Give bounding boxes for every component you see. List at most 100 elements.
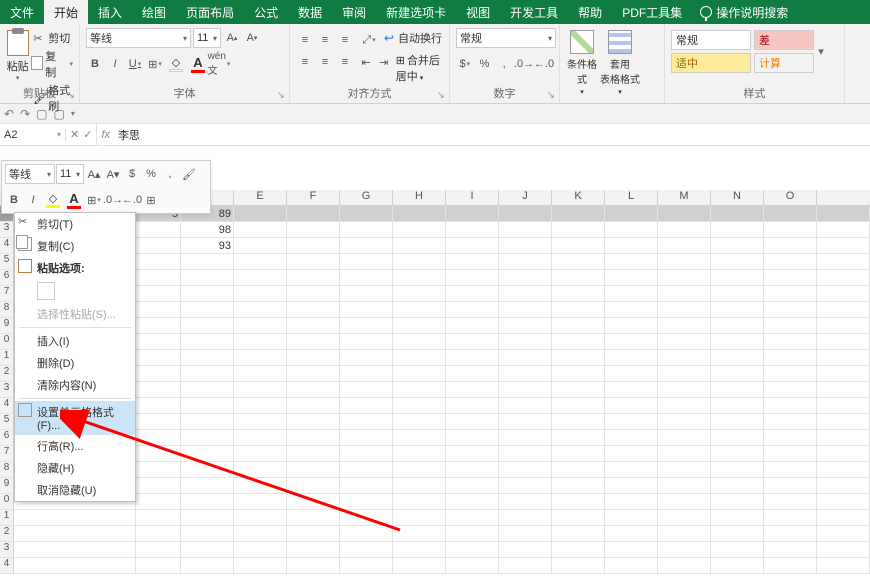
cell[interactable] bbox=[817, 318, 870, 334]
tab-data[interactable]: 数据 bbox=[288, 0, 332, 24]
cell[interactable] bbox=[817, 254, 870, 270]
cell[interactable] bbox=[446, 222, 499, 238]
style-bad[interactable]: 差 bbox=[754, 30, 814, 50]
cell[interactable] bbox=[14, 510, 136, 526]
dialog-launcher-icon[interactable]: ↘ bbox=[437, 90, 445, 101]
cell[interactable] bbox=[711, 222, 764, 238]
cell[interactable] bbox=[181, 270, 234, 286]
cell[interactable] bbox=[340, 350, 393, 366]
mini-increase-font[interactable]: A▴ bbox=[85, 164, 103, 184]
italic-button[interactable]: I bbox=[106, 54, 124, 74]
mini-inc-decimal[interactable]: .0→ bbox=[104, 190, 122, 210]
cell[interactable] bbox=[711, 302, 764, 318]
cell[interactable] bbox=[136, 542, 181, 558]
wrap-text-button[interactable]: 自动换行 bbox=[384, 30, 442, 50]
cell[interactable] bbox=[340, 334, 393, 350]
align-center-button[interactable]: ≡ bbox=[316, 52, 334, 72]
dialog-launcher-icon[interactable]: ↘ bbox=[277, 90, 285, 101]
cell[interactable] bbox=[658, 222, 711, 238]
decrease-indent-button[interactable]: ⇤ bbox=[360, 52, 372, 72]
increase-indent-button[interactable]: ⇥ bbox=[378, 52, 390, 72]
cell[interactable] bbox=[658, 446, 711, 462]
cell[interactable] bbox=[234, 558, 287, 574]
cell[interactable] bbox=[605, 478, 658, 494]
cell[interactable] bbox=[136, 526, 181, 542]
tab-home[interactable]: 开始 bbox=[44, 0, 88, 24]
increase-decimal-button[interactable]: .0→ bbox=[515, 54, 533, 74]
cell[interactable] bbox=[340, 382, 393, 398]
cell[interactable] bbox=[446, 526, 499, 542]
column-header[interactable]: J bbox=[499, 190, 552, 205]
cell[interactable] bbox=[340, 462, 393, 478]
cell[interactable] bbox=[499, 302, 552, 318]
cell[interactable] bbox=[605, 526, 658, 542]
mini-dec-decimal[interactable]: ←.0 bbox=[123, 190, 141, 210]
fill-color-button[interactable]: ◇ bbox=[166, 56, 186, 72]
cell[interactable] bbox=[658, 318, 711, 334]
grid-row[interactable]: 3 bbox=[0, 542, 870, 558]
cell[interactable] bbox=[711, 494, 764, 510]
cell[interactable] bbox=[817, 542, 870, 558]
cell[interactable] bbox=[393, 558, 446, 574]
cell[interactable] bbox=[552, 446, 605, 462]
cell[interactable] bbox=[764, 382, 817, 398]
cell[interactable] bbox=[287, 206, 340, 222]
tab-pdf[interactable]: PDF工具集 bbox=[612, 0, 692, 24]
cell[interactable] bbox=[446, 254, 499, 270]
cell[interactable] bbox=[552, 494, 605, 510]
cell[interactable] bbox=[605, 254, 658, 270]
cell[interactable] bbox=[234, 398, 287, 414]
cell[interactable] bbox=[552, 430, 605, 446]
cut-button[interactable]: 剪切 bbox=[33, 30, 73, 46]
cell[interactable] bbox=[711, 270, 764, 286]
cell[interactable] bbox=[287, 350, 340, 366]
cell[interactable] bbox=[136, 510, 181, 526]
cell[interactable] bbox=[393, 430, 446, 446]
cell[interactable] bbox=[446, 206, 499, 222]
cell[interactable] bbox=[340, 238, 393, 254]
cell[interactable] bbox=[605, 382, 658, 398]
cell[interactable] bbox=[287, 494, 340, 510]
paste-button[interactable]: 粘贴 ▾ bbox=[6, 28, 29, 114]
cell[interactable] bbox=[764, 462, 817, 478]
cell[interactable] bbox=[393, 270, 446, 286]
cell[interactable] bbox=[446, 430, 499, 446]
cell[interactable] bbox=[136, 446, 181, 462]
tab-developer[interactable]: 开发工具 bbox=[500, 0, 568, 24]
cell[interactable] bbox=[136, 286, 181, 302]
cell[interactable] bbox=[393, 478, 446, 494]
cell[interactable] bbox=[499, 510, 552, 526]
cell[interactable] bbox=[181, 526, 234, 542]
cell[interactable] bbox=[499, 398, 552, 414]
menu-hide[interactable]: 隐藏(H) bbox=[15, 457, 135, 479]
cell[interactable] bbox=[340, 414, 393, 430]
cell[interactable] bbox=[499, 494, 552, 510]
cell[interactable] bbox=[658, 238, 711, 254]
tab-view[interactable]: 视图 bbox=[456, 0, 500, 24]
menu-clear-contents[interactable]: 清除内容(N) bbox=[15, 374, 135, 396]
cell[interactable] bbox=[136, 254, 181, 270]
cell[interactable] bbox=[658, 334, 711, 350]
cell[interactable] bbox=[499, 238, 552, 254]
cell[interactable] bbox=[764, 494, 817, 510]
cell[interactable] bbox=[711, 366, 764, 382]
menu-delete[interactable]: 删除(D) bbox=[15, 352, 135, 374]
cell[interactable] bbox=[605, 222, 658, 238]
cell[interactable] bbox=[393, 318, 446, 334]
cell[interactable] bbox=[181, 414, 234, 430]
cell[interactable] bbox=[658, 350, 711, 366]
cell[interactable] bbox=[393, 494, 446, 510]
decrease-font-button[interactable]: A▾ bbox=[243, 28, 261, 48]
cell[interactable] bbox=[340, 302, 393, 318]
cell[interactable] bbox=[446, 510, 499, 526]
cell[interactable] bbox=[552, 398, 605, 414]
cell[interactable] bbox=[499, 382, 552, 398]
cell[interactable] bbox=[658, 382, 711, 398]
cell[interactable] bbox=[499, 206, 552, 222]
cell[interactable] bbox=[499, 366, 552, 382]
cell[interactable] bbox=[817, 302, 870, 318]
cell[interactable] bbox=[605, 558, 658, 574]
cell[interactable] bbox=[658, 286, 711, 302]
cell[interactable] bbox=[658, 366, 711, 382]
cell[interactable] bbox=[287, 382, 340, 398]
